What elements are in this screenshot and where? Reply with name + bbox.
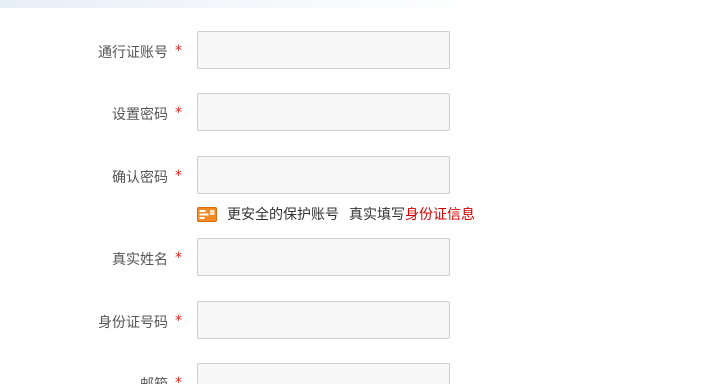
email-row: 邮箱 * <box>0 363 704 384</box>
email-label: 邮箱 <box>140 374 168 384</box>
real-name-label: 真实姓名 <box>112 252 168 268</box>
id-number-label: 身份证号码 <box>98 315 168 331</box>
required-star: * <box>175 43 182 59</box>
account-label: 通行证账号 <box>98 45 168 61</box>
required-star: * <box>175 250 182 266</box>
password-row: 设置密码 * <box>0 93 704 133</box>
id-card-icon <box>197 206 217 222</box>
header-strip <box>0 0 704 8</box>
required-star: * <box>175 105 182 121</box>
registration-page: 通行证账号 * 设置密码 * 确认密码 * 更安全的保护账号 真实填写 身份证信… <box>0 0 704 384</box>
account-row: 通行证账号 * <box>0 31 704 71</box>
account-input[interactable] <box>197 31 450 69</box>
password-input[interactable] <box>197 93 450 131</box>
required-star: * <box>175 375 182 384</box>
id-number-input[interactable] <box>197 301 450 339</box>
hint-text: 更安全的保护账号 <box>227 207 339 223</box>
confirm-password-row: 确认密码 * <box>0 156 704 196</box>
required-star: * <box>175 313 182 329</box>
id-number-row: 身份证号码 * <box>0 301 704 341</box>
real-name-input[interactable] <box>197 238 450 276</box>
confirm-password-label: 确认密码 <box>112 170 168 186</box>
password-label: 设置密码 <box>112 107 168 123</box>
hint-text-secondary: 真实填写 <box>349 207 405 223</box>
confirm-password-input[interactable] <box>197 156 450 194</box>
real-name-row: 真实姓名 * <box>0 238 704 278</box>
email-input[interactable] <box>197 363 450 384</box>
id-info-link[interactable]: 身份证信息 <box>405 204 475 224</box>
required-star: * <box>175 168 182 184</box>
id-hint: 更安全的保护账号 真实填写 身份证信息 <box>197 204 475 224</box>
